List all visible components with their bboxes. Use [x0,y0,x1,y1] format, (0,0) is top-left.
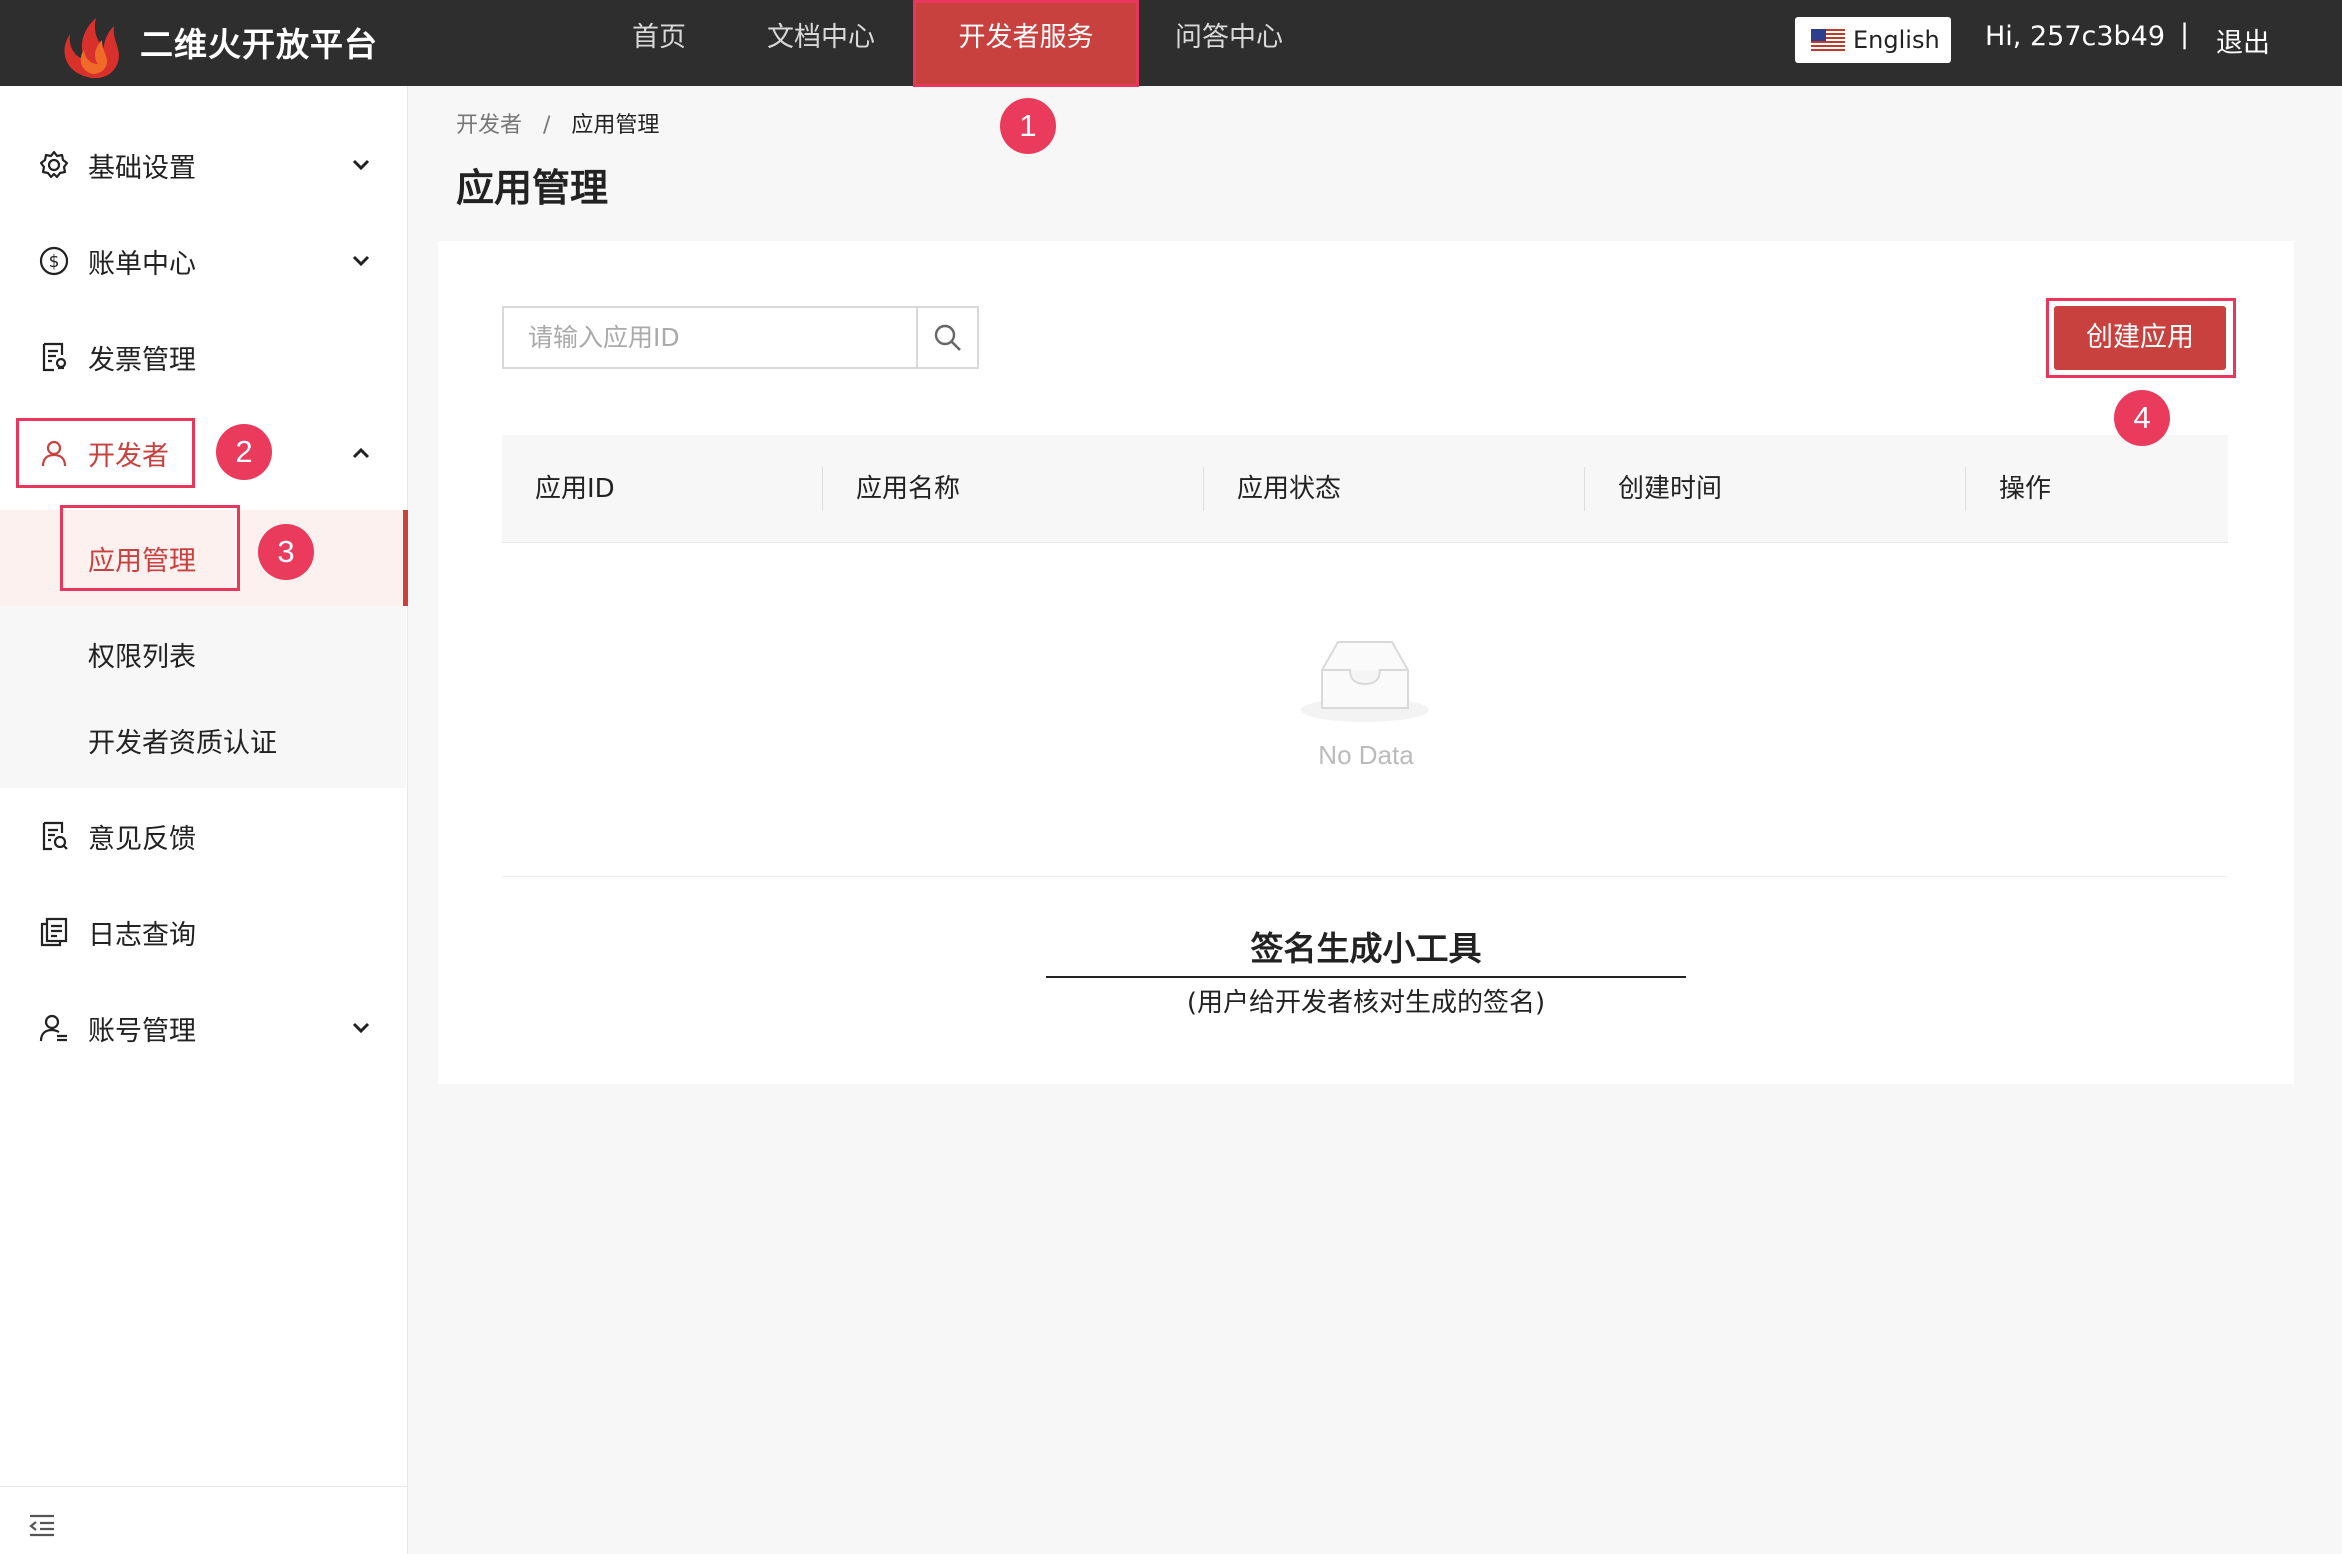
page-title: 应用管理 [456,166,609,210]
chevron-down-icon [352,159,370,171]
nav-qa[interactable]: 问答中心 [1160,0,1298,86]
column-created-time: 创建时间 [1618,474,1723,504]
sidebar-collapse-bar[interactable] [0,1486,408,1554]
annotation-box-2 [16,418,195,488]
column-actions: 操作 [1999,474,2052,504]
svg-text:$: $ [49,252,60,272]
column-app-name: 应用名称 [856,474,961,504]
sidebar-item-log-query[interactable]: 日志查询 [0,884,408,980]
column-divider [1203,467,1204,511]
sidebar-item-label: 日志查询 [88,919,196,951]
table-header: 应用ID 应用名称 应用状态 创建时间 操作 [502,435,2228,543]
signature-tool-title[interactable]: 签名生成小工具 [1046,922,1686,978]
sidebar-item-basic-settings[interactable]: 基础设置 [0,117,408,213]
sidebar-item-label: 开发者资质认证 [88,727,277,759]
log-icon [40,917,68,947]
search-button[interactable] [916,306,979,369]
gear-icon [39,150,69,179]
column-divider [1584,467,1585,511]
header-separator: | [2180,19,2190,50]
sidebar-item-label: 账单中心 [88,248,196,280]
us-flag-icon [1811,29,1845,51]
dollar-circle-icon: $ [39,246,69,276]
signature-tool-subtitle: (用户给开发者核对生成的签名) [1186,988,1546,1018]
sidebar-item-label: 账号管理 [88,1015,196,1047]
brand-name[interactable]: 二维火开放平台 [140,18,378,66]
sidebar-item-developer-certification[interactable]: 开发者资质认证 [0,692,408,788]
sidebar-item-label: 发票管理 [88,344,196,376]
user-greeting[interactable]: Hi, 257c3b49 [1985,21,2165,52]
language-label: English [1853,26,1940,54]
logout-link[interactable]: 退出 [2216,21,2270,60]
feedback-icon [42,821,68,851]
search-icon [934,324,961,351]
language-switch-button[interactable]: English [1795,17,1951,63]
annotation-badge-4: 4 [2114,390,2170,446]
section-divider [502,876,2228,877]
sidebar-item-label: 基础设置 [88,152,196,184]
breadcrumb-parent[interactable]: 开发者 [456,113,522,138]
app-id-search-input[interactable]: 请输入应用ID [502,306,917,369]
column-divider [1965,467,1966,511]
annotation-badge-3: 3 [258,524,314,580]
annotation-box-3 [60,505,240,591]
sidebar-item-billing[interactable]: $ 账单中心 [0,213,408,309]
sidebar-item-invoice[interactable]: 发票管理 [0,309,408,405]
sidebar: 基础设置 $ 账单中心 发票管理 开发者 应用管理 权限列表 开发者资质认证 意… [0,86,408,1554]
nav-docs[interactable]: 文档中心 [752,0,890,86]
chevron-down-icon [352,1022,370,1034]
flame-logo-icon [64,18,119,79]
annotation-badge-1: 1 [1000,98,1056,154]
column-app-id: 应用ID [535,474,615,504]
chevron-up-icon [352,447,370,459]
nav-home[interactable]: 首页 [608,0,710,86]
sidebar-item-label: 意见反馈 [88,823,196,855]
annotation-box-4 [2046,298,2236,378]
invoice-icon [42,342,67,372]
account-icon [39,1014,67,1042]
column-divider [822,467,823,511]
sidebar-item-account[interactable]: 账号管理 [0,980,408,1076]
annotation-badge-2: 2 [216,424,272,480]
chevron-down-icon [352,255,370,267]
menu-fold-icon [29,1514,54,1537]
breadcrumb-current: 应用管理 [571,113,660,138]
empty-state-text: No Data [1318,740,1414,770]
breadcrumb: 开发者 / 应用管理 [456,107,659,139]
breadcrumb-separator: / [543,113,551,138]
top-nav-bar: 二维火开放平台 首页 文档中心 开发者服务 问答中心 English Hi, 2… [0,0,2342,86]
column-app-status: 应用状态 [1237,474,1342,504]
empty-inbox-icon [1301,641,1429,722]
sidebar-item-permissions[interactable]: 权限列表 [0,606,408,702]
sidebar-item-label: 权限列表 [88,641,196,673]
sidebar-item-feedback[interactable]: 意见反馈 [0,788,408,884]
annotation-box-1 [913,0,1139,87]
